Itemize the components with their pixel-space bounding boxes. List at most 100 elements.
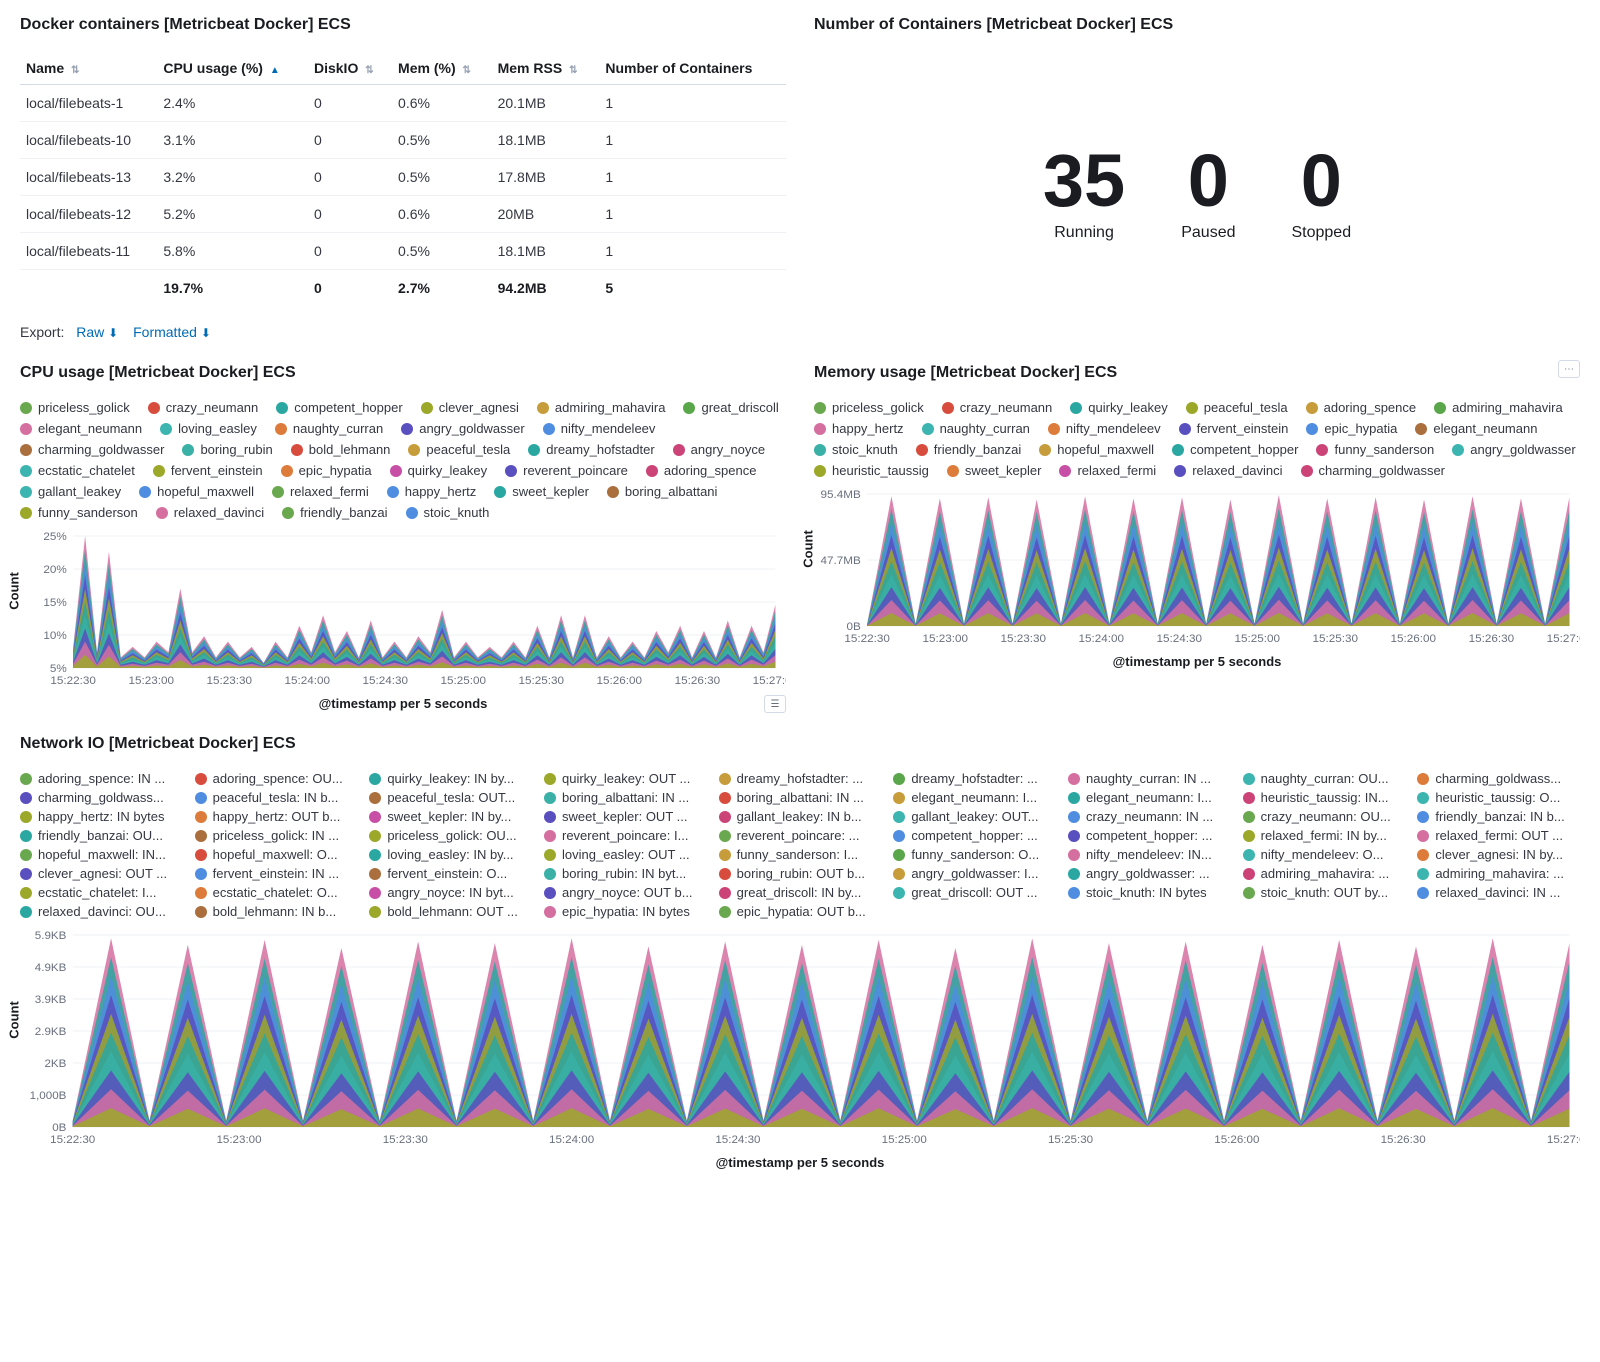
table-row[interactable]: local/filebeats-103.1%00.5%18.1MB1: [20, 122, 786, 159]
legend-item[interactable]: angry_goldwasser: [401, 421, 525, 436]
legend-item[interactable]: heuristic_taussig: O...: [1417, 790, 1580, 805]
legend-item[interactable]: angry_noyce: IN byt...: [369, 885, 532, 900]
export-formatted-link[interactable]: Formatted ⬇: [133, 324, 211, 340]
legend-item[interactable]: relaxed_fermi: [1059, 463, 1156, 478]
legend-item[interactable]: charming_goldwasser: [20, 442, 164, 457]
legend-item[interactable]: happy_hertz: OUT b...: [195, 809, 358, 824]
legend-item[interactable]: hopeful_maxwell: IN...: [20, 847, 183, 862]
legend-item[interactable]: angry_goldwasser: [1452, 442, 1576, 457]
legend-item[interactable]: hopeful_maxwell: [139, 484, 254, 499]
legend-item[interactable]: crazy_neumann: IN ...: [1068, 809, 1231, 824]
legend-item[interactable]: boring_albattani: IN ...: [719, 790, 882, 805]
legend-item[interactable]: priceless_golick: IN ...: [195, 828, 358, 843]
legend-item[interactable]: relaxed_fermi: [272, 484, 369, 499]
table-row[interactable]: local/filebeats-12.4%00.6%20.1MB1: [20, 85, 786, 122]
legend-item[interactable]: stoic_knuth: OUT by...: [1243, 885, 1406, 900]
legend-item[interactable]: clever_agnesi: [421, 400, 519, 415]
legend-item[interactable]: elegant_neumann: I...: [893, 790, 1056, 805]
legend-item[interactable]: admiring_mahavira: ...: [1417, 866, 1580, 881]
legend-item[interactable]: relaxed_davinci: [1174, 463, 1282, 478]
legend-item[interactable]: peaceful_tesla: OUT...: [369, 790, 532, 805]
legend-item[interactable]: relaxed_fermi: IN by...: [1243, 828, 1406, 843]
legend-item[interactable]: peaceful_tesla: [408, 442, 510, 457]
legend-item[interactable]: adoring_spence: OU...: [195, 771, 358, 786]
legend-item[interactable]: ecstatic_chatelet: O...: [195, 885, 358, 900]
legend-item[interactable]: dreamy_hofstadter: [528, 442, 654, 457]
legend-item[interactable]: gallant_leakey: IN b...: [719, 809, 882, 824]
legend-item[interactable]: great_driscoll: OUT ...: [893, 885, 1056, 900]
legend-item[interactable]: fervent_einstein: IN ...: [195, 866, 358, 881]
legend-item[interactable]: fervent_einstein: [153, 463, 263, 478]
legend-item[interactable]: quirky_leakey: IN by...: [369, 771, 532, 786]
legend-item[interactable]: angry_goldwasser: ...: [1068, 866, 1231, 881]
legend-item[interactable]: funny_sanderson: [20, 505, 138, 520]
legend-item[interactable]: relaxed_fermi: OUT ...: [1417, 828, 1580, 843]
legend-item[interactable]: elegant_neumann: [1415, 421, 1537, 436]
legend-item[interactable]: reverent_poincare: I...: [544, 828, 707, 843]
legend-item[interactable]: boring_rubin: OUT b...: [719, 866, 882, 881]
legend-item[interactable]: elegant_neumann: I...: [1068, 790, 1231, 805]
legend-item[interactable]: adoring_spence: [646, 463, 757, 478]
legend-item[interactable]: dreamy_hofstadter: ...: [719, 771, 882, 786]
legend-item[interactable]: priceless_golick: [814, 400, 924, 415]
legend-item[interactable]: priceless_golick: OU...: [369, 828, 532, 843]
legend-item[interactable]: adoring_spence: IN ...: [20, 771, 183, 786]
legend-item[interactable]: angry_noyce: [673, 442, 765, 457]
legend-item[interactable]: reverent_poincare: [505, 463, 628, 478]
cpu-chart[interactable]: 5%10%15%20%25%15:22:3015:23:0015:23:3015…: [20, 530, 786, 690]
legend-item[interactable]: sweet_kepler: [494, 484, 589, 499]
legend-item[interactable]: friendly_banzai: IN b...: [1417, 809, 1580, 824]
legend-item[interactable]: great_driscoll: IN by...: [719, 885, 882, 900]
legend-item[interactable]: ecstatic_chatelet: I...: [20, 885, 183, 900]
legend-item[interactable]: admiring_mahavira: [1434, 400, 1563, 415]
column-header[interactable]: Number of Containers: [599, 52, 786, 85]
legend-item[interactable]: reverent_poincare: ...: [719, 828, 882, 843]
legend-item[interactable]: charming_goldwass...: [1417, 771, 1580, 786]
legend-item[interactable]: epic_hypatia: OUT b...: [719, 904, 882, 919]
legend-item[interactable]: naughty_curran: [275, 421, 383, 436]
legend-item[interactable]: quirky_leakey: OUT ...: [544, 771, 707, 786]
legend-item[interactable]: competent_hopper: [276, 400, 402, 415]
legend-item[interactable]: bold_lehmann: OUT ...: [369, 904, 532, 919]
legend-item[interactable]: crazy_neumann: OU...: [1243, 809, 1406, 824]
table-row[interactable]: local/filebeats-125.2%00.6%20MB1: [20, 196, 786, 233]
legend-item[interactable]: competent_hopper: [1172, 442, 1298, 457]
panel-menu-icon[interactable]: ☰: [764, 695, 786, 713]
legend-item[interactable]: funny_sanderson: [1316, 442, 1434, 457]
legend-item[interactable]: relaxed_davinci: OU...: [20, 904, 183, 919]
legend-item[interactable]: naughty_curran: IN ...: [1068, 771, 1231, 786]
legend-item[interactable]: admiring_mahavira: [537, 400, 666, 415]
legend-item[interactable]: dreamy_hofstadter: ...: [893, 771, 1056, 786]
legend-item[interactable]: stoic_knuth: IN bytes: [1068, 885, 1231, 900]
legend-item[interactable]: friendly_banzai: [916, 442, 1021, 457]
legend-item[interactable]: friendly_banzai: [282, 505, 387, 520]
legend-item[interactable]: priceless_golick: [20, 400, 130, 415]
column-header[interactable]: Mem (%) ⇅: [392, 52, 492, 85]
legend-item[interactable]: gallant_leakey: OUT...: [893, 809, 1056, 824]
legend-item[interactable]: bold_lehmann: [291, 442, 391, 457]
legend-item[interactable]: crazy_neumann: [942, 400, 1053, 415]
legend-item[interactable]: nifty_mendeleev: [543, 421, 656, 436]
legend-item[interactable]: nifty_mendeleev: O...: [1243, 847, 1406, 862]
legend-item[interactable]: angry_noyce: OUT b...: [544, 885, 707, 900]
legend-item[interactable]: funny_sanderson: O...: [893, 847, 1056, 862]
legend-item[interactable]: relaxed_davinci: IN ...: [1417, 885, 1580, 900]
export-raw-link[interactable]: Raw ⬇: [76, 324, 118, 340]
legend-item[interactable]: sweet_kepler: IN by...: [369, 809, 532, 824]
legend-item[interactable]: fervent_einstein: [1179, 421, 1289, 436]
legend-item[interactable]: admiring_mahavira: ...: [1243, 866, 1406, 881]
legend-item[interactable]: relaxed_davinci: [156, 505, 264, 520]
legend-item[interactable]: hopeful_maxwell: [1039, 442, 1154, 457]
legend-item[interactable]: gallant_leakey: [20, 484, 121, 499]
legend-item[interactable]: sweet_kepler: [947, 463, 1042, 478]
network-chart[interactable]: 0B1,000B2KB2.9KB3.9KB4.9KB5.9KB15:22:301…: [20, 929, 1580, 1149]
legend-item[interactable]: peaceful_tesla: [1186, 400, 1288, 415]
legend-item[interactable]: great_driscoll: [683, 400, 778, 415]
panel-menu-icon[interactable]: ⋯: [1558, 360, 1580, 378]
memory-chart[interactable]: 0B47.7MB95.4MB15:22:3015:23:0015:23:3015…: [814, 488, 1580, 648]
legend-item[interactable]: peaceful_tesla: IN b...: [195, 790, 358, 805]
legend-item[interactable]: heuristic_taussig: [814, 463, 929, 478]
legend-item[interactable]: boring_albattani: IN ...: [544, 790, 707, 805]
legend-item[interactable]: naughty_curran: OU...: [1243, 771, 1406, 786]
net-legend[interactable]: adoring_spence: IN ... adoring_spence: OU…: [20, 771, 1580, 919]
